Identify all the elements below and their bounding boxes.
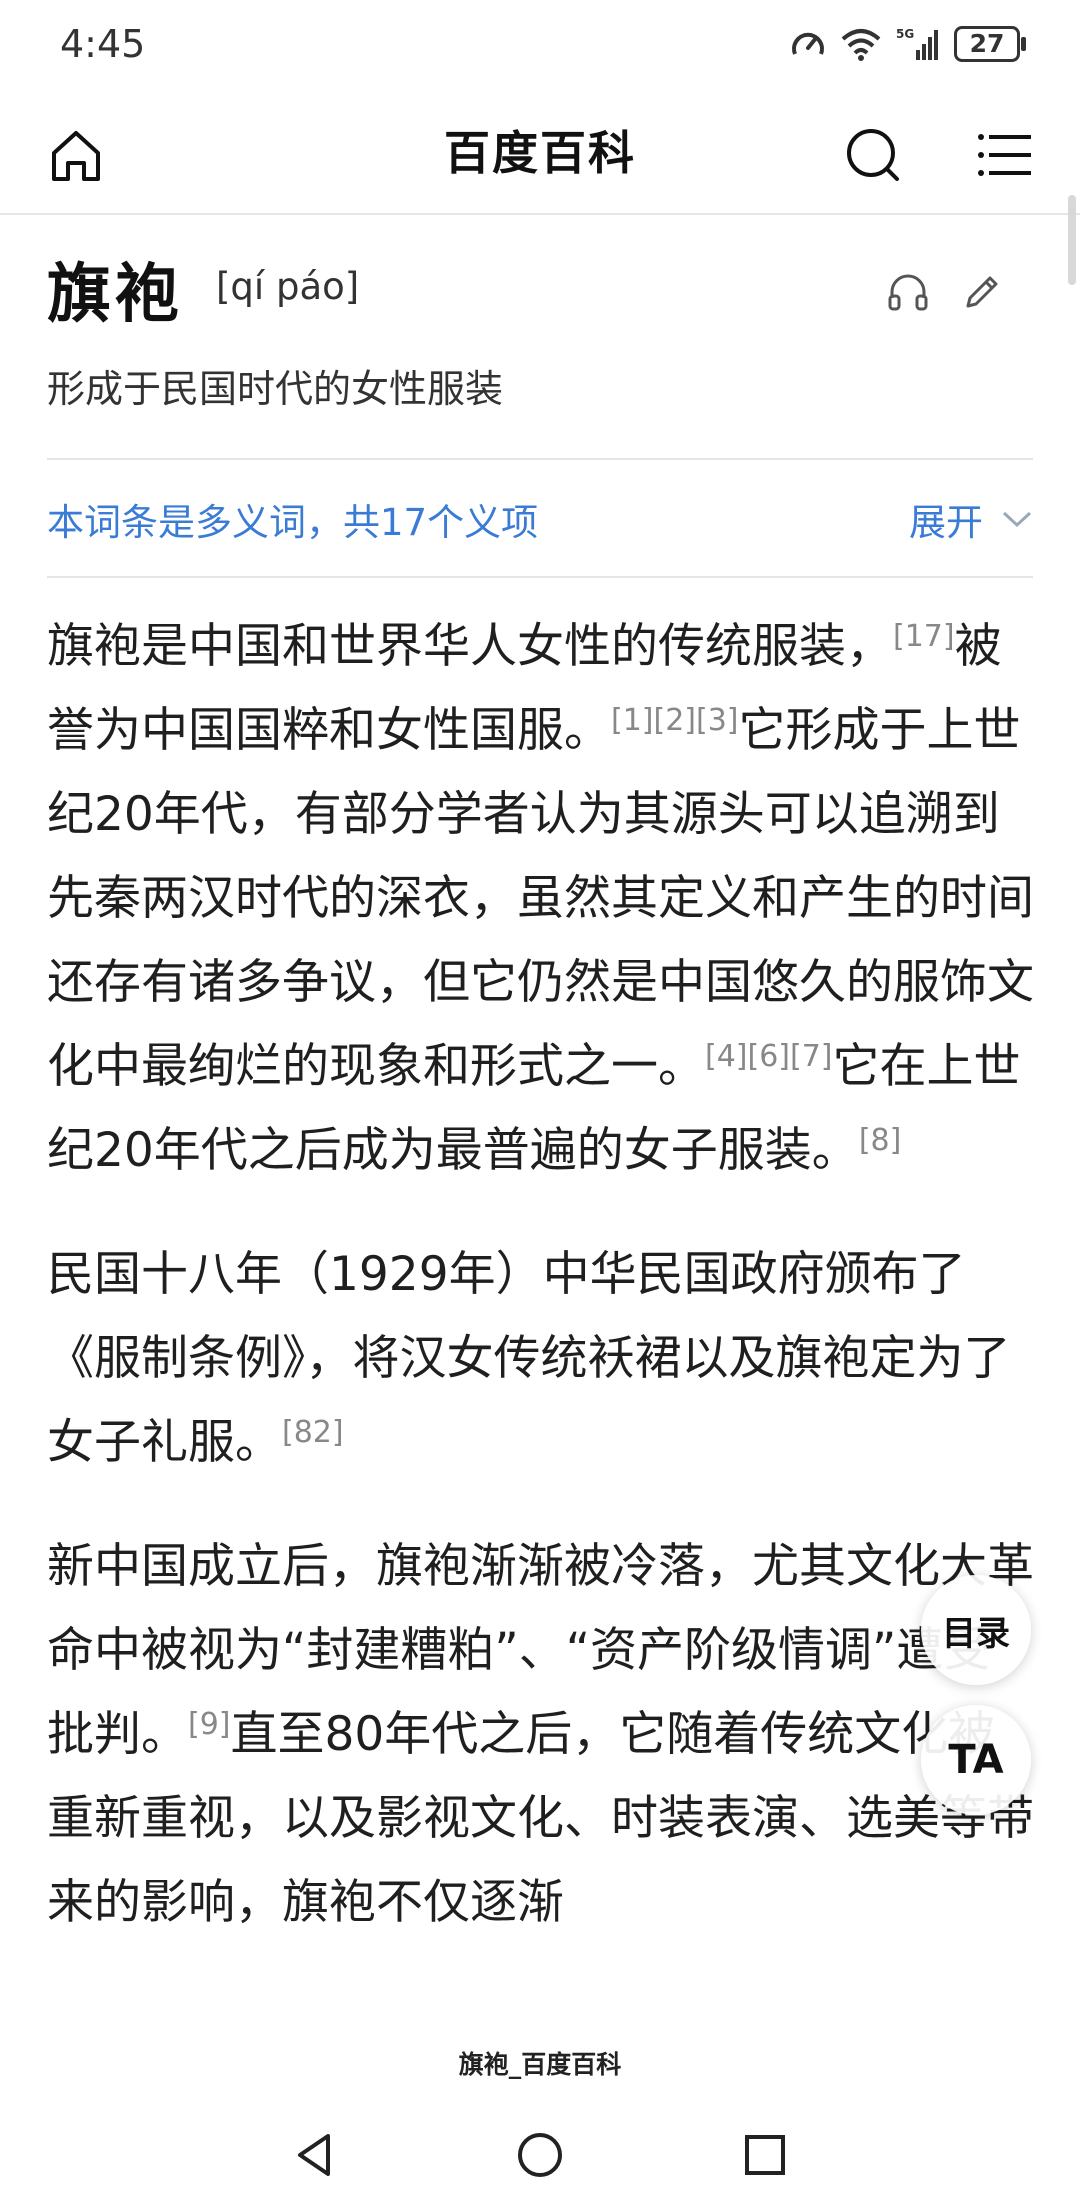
- expand-button[interactable]: 展开: [909, 492, 1033, 546]
- menu-icon: [978, 134, 1031, 176]
- headphones-icon: [888, 274, 928, 311]
- page-title: 旗袍_百度百科: [458, 2050, 622, 2079]
- app-title: 百度百科: [444, 126, 636, 180]
- citation-ref[interactable]: [8]: [859, 1123, 902, 1158]
- scrollbar-thumb[interactable]: [1068, 195, 1076, 285]
- article-body: 旗袍是中国和世界华人女性的传统服装，[17]被誉为中国国粹和女性国服。[1][2…: [47, 605, 1037, 1985]
- paragraph-text: 它形成于上世纪20年代，有部分学者认为其源头可以追溯到先秦两汉时代的深衣，虽然其…: [47, 703, 1034, 1094]
- divider: [47, 576, 1033, 578]
- status-bar: 4:45 5G 27: [0, 0, 1080, 95]
- app-header: 百度百科: [0, 95, 1080, 285]
- entry-term: 旗袍: [47, 258, 183, 332]
- back-button[interactable]: [280, 2120, 350, 2190]
- status-icons: 5G 27: [790, 26, 1026, 62]
- article-paragraph: 新中国成立后，旗袍渐渐被冷落，尤其文化大革命中被视为“封建糟粕”、“资产阶级情调…: [47, 1525, 1037, 1945]
- toc-button[interactable]: 目录: [921, 1575, 1031, 1685]
- recents-button[interactable]: [730, 2120, 800, 2190]
- expand-label: 展开: [909, 501, 983, 544]
- paragraph-text: 民国十八年（1929年）中华民国政府颁布了《服制条例》，将汉女传统袄裙以及旗袍定…: [47, 1247, 1011, 1470]
- speed-icon: [792, 32, 824, 55]
- citation-ref[interactable]: [4][6][7]: [705, 1039, 833, 1074]
- battery-indicator: 27: [954, 26, 1026, 62]
- status-time: 4:45: [60, 22, 146, 66]
- edit-icon: [966, 276, 998, 308]
- svg-text:5G: 5G: [896, 27, 914, 41]
- search-button[interactable]: [833, 115, 913, 195]
- citation-ref[interactable]: [1][2][3]: [611, 703, 739, 738]
- edit-button[interactable]: [952, 262, 1012, 322]
- home-nav-icon: [518, 2133, 562, 2177]
- back-icon: [298, 2134, 330, 2176]
- menu-button[interactable]: [965, 115, 1045, 195]
- citation-ref[interactable]: [17]: [893, 619, 955, 654]
- citation-ref[interactable]: [9]: [188, 1707, 231, 1742]
- chevron-down-icon: [1002, 511, 1032, 528]
- recents-icon: [745, 2135, 785, 2175]
- article-paragraph: 旗袍是中国和世界华人女性的传统服装，[17]被誉为中国国粹和女性国服。[1][2…: [47, 605, 1037, 1193]
- font-size-button[interactable]: TA: [921, 1705, 1031, 1815]
- signal-icon: 5G: [896, 27, 938, 60]
- search-icon: [847, 129, 899, 181]
- article-paragraph: 民国十八年（1929年）中华民国政府颁布了《服制条例》，将汉女传统袄裙以及旗袍定…: [47, 1233, 1037, 1485]
- entry-subtitle: 形成于民国时代的女性服装: [47, 367, 504, 411]
- entry-pinyin: [qí páo]: [216, 265, 360, 308]
- home-nav-button[interactable]: [505, 2120, 575, 2190]
- listen-button[interactable]: [878, 262, 938, 322]
- wifi-icon: [841, 29, 881, 61]
- divider: [47, 458, 1033, 460]
- citation-ref[interactable]: [82]: [282, 1415, 344, 1450]
- paragraph-text: 旗袍是中国和世界华人女性的传统服装，: [47, 619, 893, 674]
- polysemy-notice[interactable]: 本词条是多义词，共17个义项: [47, 492, 538, 546]
